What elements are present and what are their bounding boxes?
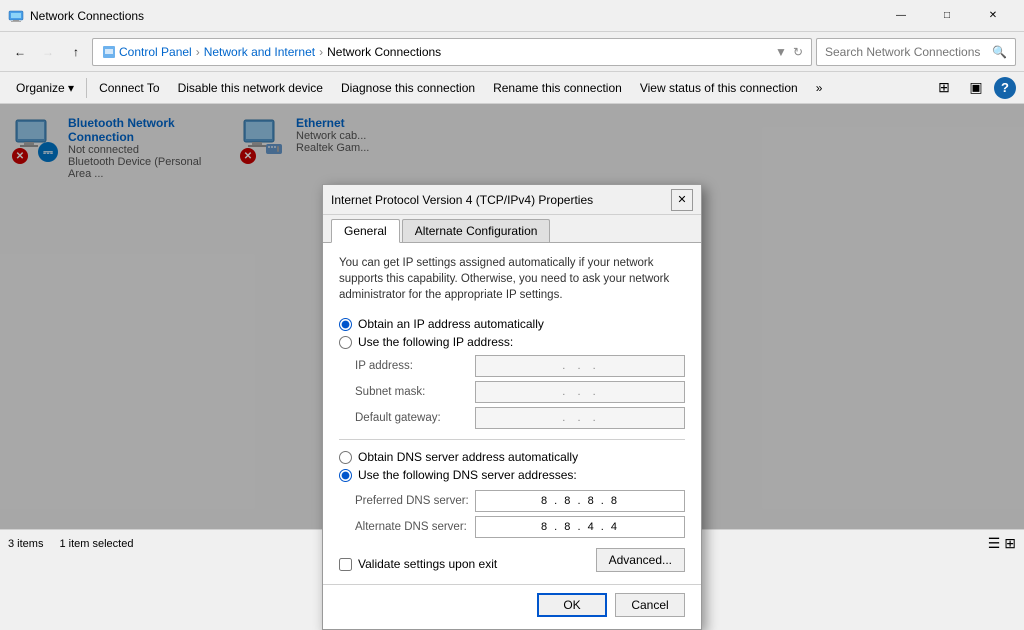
status-icons: ☰ ⊞ [988, 535, 1016, 552]
path-segment: Control Panel [119, 45, 192, 59]
alternate-dns-input[interactable] [475, 516, 685, 538]
dialog-ok-button[interactable]: OK [537, 593, 607, 617]
connect-to-button[interactable]: Connect To [91, 75, 168, 101]
dns-radio-group: Obtain DNS server address automatically … [339, 450, 685, 482]
dialog-overlay: Internet Protocol Version 4 (TCP/IPv4) P… [0, 104, 1024, 529]
ip-manual-label: Use the following IP address: [358, 335, 513, 349]
dialog-tabs: General Alternate Configuration [323, 215, 701, 243]
dialog-close-button[interactable]: ✕ [671, 189, 693, 211]
selected-count: 1 item selected [59, 538, 133, 550]
advanced-button[interactable]: Advanced... [596, 548, 685, 572]
help-button[interactable]: ? [994, 77, 1016, 99]
pane-button[interactable]: ▣ [962, 75, 990, 101]
search-icon: 🔍 [992, 45, 1007, 59]
ip-manual-radio[interactable] [339, 336, 352, 349]
dialog-title: Internet Protocol Version 4 (TCP/IPv4) P… [331, 193, 671, 207]
view-status-button[interactable]: View status of this connection [632, 75, 806, 101]
tab-alternate-configuration[interactable]: Alternate Configuration [402, 219, 551, 242]
view-grid-icon[interactable]: ⊞ [1004, 535, 1016, 552]
ip-auto-radio-label[interactable]: Obtain an IP address automatically [339, 317, 685, 331]
more-button[interactable]: » [808, 75, 831, 101]
maximize-button[interactable]: □ [924, 0, 970, 32]
preferred-dns-input[interactable] [475, 490, 685, 512]
dns-fields-group: Preferred DNS server: Alternate DNS serv… [355, 490, 685, 538]
dns-auto-radio[interactable] [339, 451, 352, 464]
forward-button[interactable]: → [36, 40, 60, 64]
ip-address-input[interactable] [475, 355, 685, 377]
path-segment-current: Network Connections [327, 45, 441, 59]
dns-manual-radio[interactable] [339, 469, 352, 482]
ip-manual-radio-label[interactable]: Use the following IP address: [339, 335, 685, 349]
view-list-icon[interactable]: ☰ [988, 535, 1001, 552]
default-gateway-input[interactable] [475, 407, 685, 429]
ip-auto-radio[interactable] [339, 318, 352, 331]
toolbar-right: ⊞ ▣ ? [930, 75, 1016, 101]
dialog-title-bar: Internet Protocol Version 4 (TCP/IPv4) P… [323, 185, 701, 215]
ip-radio-group: Obtain an IP address automatically Use t… [339, 317, 685, 349]
subnet-mask-row: Subnet mask: [355, 381, 685, 403]
window-title: Network Connections [30, 9, 878, 23]
ip-fields-group: IP address: Subnet mask: Default gateway… [355, 355, 685, 429]
dialog-action-buttons: OK Cancel [323, 584, 701, 629]
organize-button[interactable]: Organize ▾ [8, 75, 82, 101]
address-path[interactable]: Control Panel › Network and Internet › N… [92, 38, 812, 66]
dialog-body: You can get IP settings assigned automat… [323, 243, 701, 584]
dns-auto-radio-label[interactable]: Obtain DNS server address automatically [339, 450, 685, 464]
validate-checkbox[interactable] [339, 558, 352, 571]
subnet-mask-label: Subnet mask: [355, 386, 475, 398]
close-button[interactable]: ✕ [970, 0, 1016, 32]
tcp-ipv4-dialog: Internet Protocol Version 4 (TCP/IPv4) P… [322, 184, 702, 630]
back-button[interactable]: ← [8, 40, 32, 64]
items-count: 3 items [8, 538, 43, 550]
title-bar: Network Connections — □ ✕ [0, 0, 1024, 32]
preferred-dns-label: Preferred DNS server: [355, 495, 475, 507]
toolbar-separator [86, 78, 87, 98]
validate-label: Validate settings upon exit [358, 557, 497, 571]
diagnose-button[interactable]: Diagnose this connection [333, 75, 483, 101]
minimize-button[interactable]: — [878, 0, 924, 32]
dns-manual-radio-label[interactable]: Use the following DNS server addresses: [339, 468, 685, 482]
path-segment: Network and Internet [204, 45, 315, 59]
disable-button[interactable]: Disable this network device [170, 75, 331, 101]
default-gateway-label: Default gateway: [355, 412, 475, 424]
window-controls: — □ ✕ [878, 0, 1016, 32]
search-box[interactable]: 🔍 [816, 38, 1016, 66]
address-bar: ← → ↑ Control Panel › Network and Intern… [0, 32, 1024, 72]
dns-auto-label: Obtain DNS server address automatically [358, 450, 578, 464]
divider [339, 439, 685, 440]
subnet-mask-input[interactable] [475, 381, 685, 403]
main-content: ⎓ ✕ Bluetooth Network Connection Not con… [0, 104, 1024, 529]
ip-address-row: IP address: [355, 355, 685, 377]
dns-manual-label: Use the following DNS server addresses: [358, 468, 577, 482]
ip-address-label: IP address: [355, 360, 475, 372]
view-toggle-button[interactable]: ⊞ [930, 75, 958, 101]
up-button[interactable]: ↑ [64, 40, 88, 64]
search-input[interactable] [825, 45, 992, 59]
alternate-dns-row: Alternate DNS server: [355, 516, 685, 538]
validate-checkbox-label[interactable]: Validate settings upon exit [339, 557, 497, 571]
toolbar: Organize ▾ Connect To Disable this netwo… [0, 72, 1024, 104]
ip-auto-label: Obtain an IP address automatically [358, 317, 544, 331]
dialog-cancel-button[interactable]: Cancel [615, 593, 685, 617]
window-icon [8, 8, 24, 24]
preferred-dns-row: Preferred DNS server: [355, 490, 685, 512]
dialog-description: You can get IP settings assigned automat… [339, 255, 685, 303]
alternate-dns-label: Alternate DNS server: [355, 521, 475, 533]
default-gateway-row: Default gateway: [355, 407, 685, 429]
main-window: Network Connections — □ ✕ ← → ↑ Control … [0, 0, 1024, 557]
tab-general[interactable]: General [331, 219, 400, 243]
rename-button[interactable]: Rename this connection [485, 75, 630, 101]
